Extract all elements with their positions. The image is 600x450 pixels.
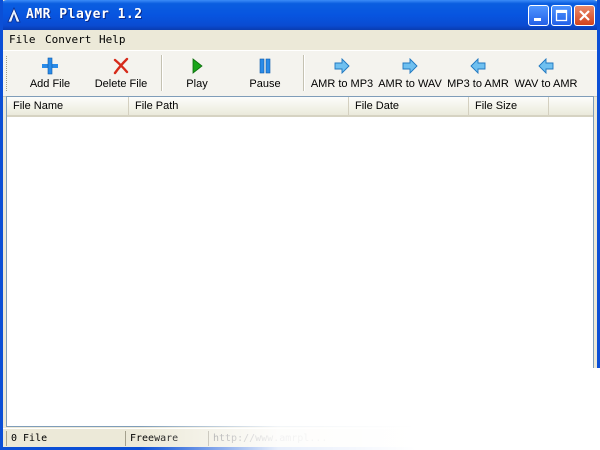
list-header: File Name File Path File Date File Size — [7, 97, 593, 117]
pause-icon — [259, 58, 271, 74]
mp3-to-amr-label: MP3 to AMR — [447, 78, 509, 90]
delete-file-button[interactable]: Delete File — [85, 51, 157, 96]
app-logo-icon — [7, 7, 21, 23]
title-bar[interactable]: AMR Player 1.2 — [3, 0, 597, 30]
pause-label: Pause — [249, 78, 281, 90]
arrow-left-icon — [538, 57, 554, 75]
amr-to-mp3-button[interactable]: AMR to MP3 — [309, 51, 375, 96]
amr-to-mp3-label: AMR to MP3 — [310, 78, 374, 90]
minimize-button[interactable] — [528, 5, 549, 26]
plus-icon — [42, 57, 58, 75]
play-icon — [192, 58, 203, 74]
app-window: AMR Player 1.2 File Convert Help Add Fil… — [0, 0, 600, 450]
arrow-left-icon — [470, 57, 486, 75]
arrow-right-icon — [402, 57, 418, 75]
column-file-name[interactable]: File Name — [7, 97, 129, 115]
x-icon — [113, 57, 129, 75]
column-file-date[interactable]: File Date — [349, 97, 469, 115]
status-website-link[interactable]: http://www.amrpl... — [208, 431, 594, 446]
menu-bar: File Convert Help — [3, 30, 597, 49]
toolbar-grip[interactable] — [6, 56, 10, 91]
toolbar-separator — [303, 55, 305, 91]
status-license: Freeware — [125, 431, 207, 446]
status-file-count: 0 File — [6, 431, 124, 446]
file-list[interactable]: File Name File Path File Date File Size — [6, 96, 594, 427]
add-file-label: Add File — [29, 78, 71, 90]
close-button[interactable] — [574, 5, 595, 26]
close-icon — [579, 10, 590, 21]
arrow-right-icon — [334, 57, 350, 75]
play-label: Play — [186, 78, 208, 90]
maximize-button[interactable] — [551, 5, 572, 26]
wav-to-amr-button[interactable]: WAV to AMR — [513, 51, 579, 96]
play-button[interactable]: Play — [167, 51, 227, 96]
column-file-size[interactable]: File Size — [469, 97, 549, 115]
add-file-button[interactable]: Add File — [17, 51, 83, 96]
pause-button[interactable]: Pause — [231, 51, 299, 96]
amr-to-wav-button[interactable]: AMR to WAV — [377, 51, 443, 96]
window-title: AMR Player 1.2 — [26, 7, 143, 22]
maximize-icon — [555, 9, 568, 22]
status-bar: 0 File Freeware http://www.amrpl... — [3, 428, 597, 447]
mp3-to-amr-button[interactable]: MP3 to AMR — [445, 51, 511, 96]
column-file-path[interactable]: File Path — [129, 97, 349, 115]
amr-to-wav-label: AMR to WAV — [378, 78, 442, 90]
menu-help[interactable]: Help — [99, 33, 126, 46]
toolbar-separator — [161, 55, 163, 91]
menu-convert[interactable]: Convert — [45, 33, 91, 46]
toolbar: Add File Delete File Play Pause AMR to M… — [3, 50, 597, 97]
wav-to-amr-label: WAV to AMR — [514, 78, 578, 90]
delete-file-label: Delete File — [94, 78, 148, 90]
menu-file[interactable]: File — [9, 33, 36, 46]
minimize-icon — [534, 18, 541, 21]
